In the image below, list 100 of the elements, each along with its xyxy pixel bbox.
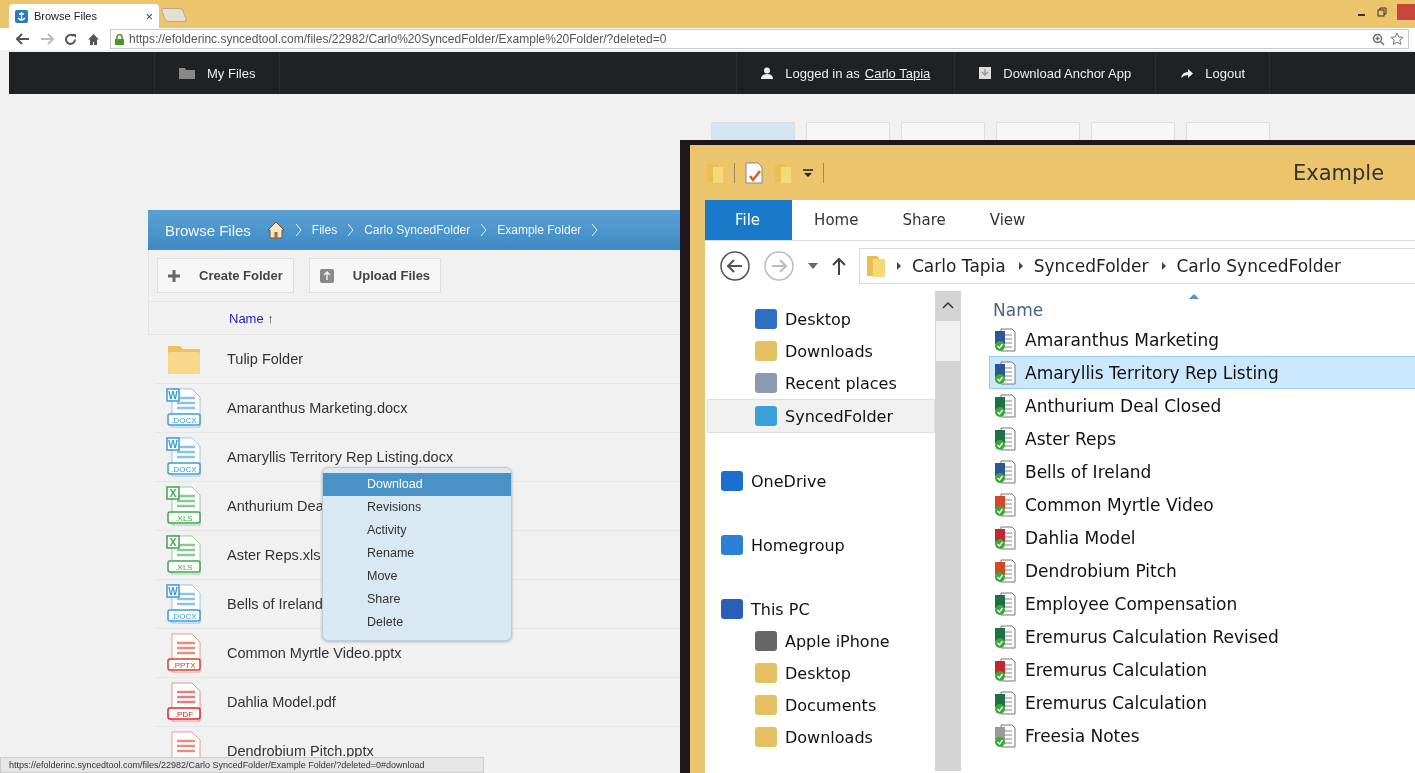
synced-document-icon (994, 393, 1016, 418)
nav-item[interactable]: OneDrive (705, 465, 935, 497)
file-name[interactable]: Common Myrtle Video.pptx (227, 645, 402, 661)
address-field[interactable]: Carlo Tapia SyncedFolder Carlo SyncedFolder (859, 248, 1415, 284)
forward-icon[interactable] (763, 250, 795, 282)
house-icon[interactable] (266, 221, 285, 239)
file-item[interactable]: Employee Compensation (989, 587, 1415, 620)
file-name[interactable]: Amaryllis Territory Rep Listing.docx (227, 449, 454, 465)
menu-item[interactable]: Share (323, 588, 511, 611)
ribbon-tab[interactable]: File (705, 200, 793, 240)
file-name[interactable]: Bells of Ireland (227, 596, 323, 612)
file-item[interactable]: Dahlia Model (989, 521, 1415, 554)
synced-document-icon (994, 459, 1016, 484)
panel-title: Browse Files (165, 221, 251, 239)
synced-document-icon (994, 690, 1016, 715)
share-arrow-icon (1180, 67, 1194, 79)
menu-item[interactable]: Activity (323, 519, 511, 542)
restore-icon[interactable] (1377, 7, 1387, 17)
window-title: Example (1293, 160, 1385, 185)
folder-icon (166, 343, 202, 375)
nav-item[interactable]: Apple iPhone (705, 625, 935, 657)
file-item[interactable]: Amaranthus Marketing (989, 323, 1415, 356)
nav-tile[interactable] (901, 122, 985, 140)
logout-link[interactable]: Logout (1155, 52, 1270, 94)
file-item[interactable]: Anthurium Deal Closed (989, 389, 1415, 422)
nav-item[interactable]: This PC (705, 593, 935, 625)
chevron-icon (896, 261, 902, 271)
tab-close-button[interactable]: × (145, 8, 153, 24)
reload-icon[interactable] (64, 32, 77, 46)
nav-item[interactable]: Documents (705, 689, 935, 721)
caret-icon[interactable] (807, 262, 819, 270)
user-icon (761, 67, 774, 79)
scrollbar-thumb[interactable] (936, 321, 960, 361)
forward-icon[interactable] (40, 33, 54, 45)
folder-icon (179, 67, 195, 79)
plus-icon (168, 269, 180, 282)
chevron-icon (1017, 261, 1024, 271)
chevron-icon (591, 223, 599, 237)
star-icon[interactable] (1390, 32, 1404, 46)
synced-document-icon (994, 624, 1016, 649)
synced-document-icon (994, 492, 1016, 517)
nav-item[interactable]: SyncedFolder (707, 399, 935, 433)
file-name[interactable]: Dahlia Model.pdf (227, 694, 336, 710)
my-files-link[interactable]: My Files (154, 52, 281, 94)
file-name[interactable]: Tulip Folder (227, 351, 304, 367)
file-item[interactable]: Freesia Notes (989, 719, 1415, 752)
file-item[interactable]: Bells of Ireland (989, 455, 1415, 488)
scrollbar[interactable] (935, 291, 961, 771)
nav-item[interactable]: Recent places (705, 367, 935, 399)
file-item[interactable]: Eremurus Calculation (989, 653, 1415, 686)
upload-files-button[interactable]: Upload Files (308, 258, 442, 293)
download-icon (979, 67, 992, 79)
nav-tile[interactable] (996, 122, 1080, 140)
menu-item[interactable]: Rename (323, 542, 511, 565)
dropdown-icon[interactable] (802, 167, 814, 178)
file-item[interactable]: Aster Reps (989, 422, 1415, 455)
ribbon-tab[interactable]: View (967, 200, 1048, 240)
tab-title: Browse Files (34, 10, 98, 22)
ribbon-tab[interactable]: Home (792, 200, 881, 240)
create-folder-button[interactable]: Create Folder (157, 258, 294, 293)
menu-item[interactable]: Move (323, 565, 511, 588)
scroll-up-icon[interactable] (942, 301, 954, 309)
file-item[interactable]: Common Myrtle Video (989, 488, 1415, 521)
file-name[interactable]: Aster Reps.xls (227, 547, 321, 563)
menu-item[interactable]: Revisions (323, 496, 511, 519)
synced-document-icon (994, 591, 1016, 616)
anchor-icon (15, 9, 28, 23)
file-name[interactable]: Dendrobium Pitch.pptx (227, 743, 374, 759)
up-arrow-icon[interactable] (831, 256, 847, 276)
file-name[interactable]: Amaranthus Marketing.docx (227, 400, 408, 416)
back-icon[interactable] (16, 33, 30, 45)
file-item[interactable]: Amaryllis Territory Rep Listing (989, 356, 1415, 389)
ribbon-tab[interactable]: Share (880, 200, 968, 240)
nav-tile[interactable] (1186, 122, 1270, 140)
file-item[interactable]: Dendrobium Pitch (989, 554, 1415, 587)
file-item[interactable]: Eremurus Calculation (989, 686, 1415, 719)
nav-item[interactable]: Downloads (705, 335, 935, 367)
name-sort-link[interactable]: Name ↑ (229, 310, 274, 326)
nav-tile[interactable] (1091, 122, 1175, 140)
file-item[interactable]: Eremurus Calculation Revised (989, 620, 1415, 653)
nav-item[interactable]: Homegroup (705, 529, 935, 561)
browser-tab[interactable]: Browse Files × (9, 4, 159, 28)
user-link[interactable]: Carlo Tapia (864, 65, 931, 81)
name-column-header[interactable]: Name (989, 291, 1415, 323)
properties-icon[interactable] (744, 161, 764, 184)
nav-item[interactable]: Downloads (705, 721, 935, 753)
synced-document-icon (994, 426, 1016, 451)
home-icon[interactable] (87, 32, 100, 46)
nav-item[interactable]: Desktop (705, 657, 935, 689)
zoom-icon[interactable] (1372, 32, 1385, 46)
nav-tile[interactable] (806, 122, 890, 140)
logged-in-label: Logged in as (785, 65, 860, 81)
nav-tile[interactable] (711, 122, 795, 140)
address-bar[interactable]: https://efolderinc.syncedtool.com/files/22982/Carlo%20SyncedFolder/Example%20Folder/?deleted=0 (110, 29, 1409, 49)
download-app-link[interactable]: Download Anchor App (954, 52, 1156, 94)
nav-item[interactable]: Desktop (705, 303, 935, 335)
back-icon[interactable] (719, 250, 751, 282)
synced-document-icon (994, 723, 1016, 748)
status-bar-url: https://efolderinc.syncedtool.com/files/22982/Carlo SyncedFolder/Example Folder/?deleted=0#download (0, 757, 484, 773)
menu-item[interactable]: Delete (323, 611, 511, 634)
